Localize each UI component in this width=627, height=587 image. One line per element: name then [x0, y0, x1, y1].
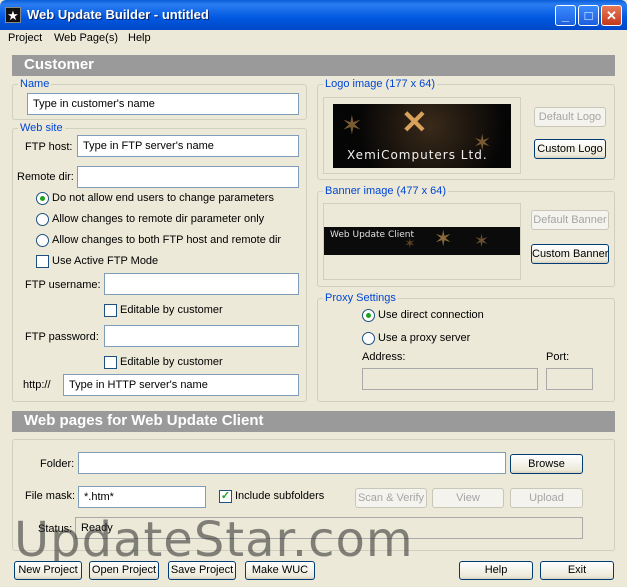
starfish-icon: ✶ — [474, 231, 490, 251]
ftp-host-input[interactable]: Type in FTP server's name — [77, 135, 299, 157]
radio-both[interactable] — [36, 234, 49, 247]
radio-no-changes[interactable] — [36, 192, 49, 205]
editable-username-checkbox[interactable] — [104, 304, 117, 317]
website-group-label: Web site — [18, 122, 65, 134]
menu-web-pages[interactable]: Web Page(s) — [54, 32, 118, 44]
ftp-username-label: FTP username: — [25, 279, 101, 291]
include-subfolders-label: Include subfolders — [235, 490, 325, 502]
editable-username-label: Editable by customer — [120, 304, 223, 316]
menu-project[interactable]: Project — [8, 32, 42, 44]
close-icon: ✕ — [606, 8, 617, 23]
customer-name-input[interactable]: Type in customer's name — [27, 93, 299, 115]
include-subfolders-checkbox[interactable]: ✓ — [219, 490, 232, 503]
browse-button[interactable]: Browse — [510, 454, 583, 474]
radio-no-changes-label: Do not allow end users to change paramet… — [52, 192, 274, 204]
menu-bar: Project Web Page(s) Help — [0, 30, 627, 49]
http-label: http:// — [23, 379, 51, 391]
customer-header: Customer — [12, 55, 615, 76]
logo-x-icon: ✕ — [401, 104, 428, 140]
radio-direct-connection-label: Use direct connection — [378, 309, 484, 321]
radio-proxy-server[interactable] — [362, 332, 375, 345]
ftp-username-input[interactable] — [104, 273, 299, 295]
folder-input[interactable] — [78, 452, 506, 474]
starfish-icon: ✶ — [434, 227, 453, 251]
active-ftp-label: Use Active FTP Mode — [52, 255, 159, 267]
default-logo-button[interactable]: Default Logo — [534, 107, 606, 127]
exit-button[interactable]: Exit — [540, 561, 614, 580]
ftp-password-label: FTP password: — [25, 331, 99, 343]
proxy-port-label: Port: — [546, 351, 570, 363]
proxy-address-input[interactable] — [362, 368, 538, 390]
star-icon: ★ — [5, 7, 21, 23]
starfish-icon: ✶ — [404, 235, 416, 251]
logo-text: XemiComputers Ltd. — [347, 148, 488, 162]
remote-dir-label: Remote dir: — [17, 171, 74, 183]
help-button[interactable]: Help — [459, 561, 533, 580]
proxy-port-input[interactable] — [546, 368, 593, 390]
radio-both-label: Allow changes to both FTP host and remot… — [52, 234, 282, 246]
custom-logo-button[interactable]: Custom Logo — [534, 139, 606, 159]
proxy-group-label: Proxy Settings — [323, 292, 398, 304]
name-group-label: Name — [18, 78, 52, 90]
make-wuc-button[interactable]: Make WUC — [245, 561, 315, 580]
folder-label: Folder: — [40, 458, 75, 470]
logo-group-label: Logo image (177 x 64) — [323, 78, 438, 90]
file-mask-input[interactable]: *.htm* — [78, 486, 206, 508]
scan-verify-button[interactable]: Scan & Verify — [355, 488, 427, 508]
starfish-icon: ✶ — [341, 110, 363, 140]
webpages-header: Web pages for Web Update Client — [12, 411, 615, 432]
close-button[interactable]: ✕ — [601, 5, 622, 26]
editable-password-checkbox[interactable] — [104, 356, 117, 369]
editable-password-label: Editable by customer — [120, 356, 223, 368]
banner-group-label: Banner image (477 x 64) — [323, 185, 449, 197]
watermark: UpdateStar.com — [14, 512, 414, 568]
banner-text: Web Update Client — [330, 230, 414, 240]
view-button[interactable]: View — [432, 488, 504, 508]
active-ftp-checkbox[interactable] — [36, 255, 49, 268]
proxy-address-label: Address: — [362, 351, 406, 363]
minimize-icon: _ — [561, 8, 570, 23]
window-title: Web Update Builder - untitled — [27, 7, 209, 22]
save-project-button[interactable]: Save Project — [168, 561, 236, 580]
menu-help[interactable]: Help — [128, 32, 151, 44]
upload-button[interactable]: Upload — [510, 488, 583, 508]
radio-proxy-server-label: Use a proxy server — [378, 332, 471, 344]
remote-dir-input[interactable] — [77, 166, 299, 188]
title-bar[interactable]: ★ Web Update Builder - untitled _ □ ✕ — [0, 0, 627, 30]
open-project-button[interactable]: Open Project — [89, 561, 159, 580]
ftp-password-input[interactable] — [104, 325, 299, 347]
maximize-button[interactable]: □ — [578, 5, 599, 26]
ftp-host-label: FTP host: — [25, 141, 73, 153]
banner-image: Web Update Client ✶ ✶ ✶ — [324, 227, 520, 255]
file-mask-label: File mask: — [25, 490, 76, 502]
default-banner-button[interactable]: Default Banner — [531, 210, 609, 230]
radio-direct-connection[interactable] — [362, 309, 375, 322]
logo-image: ✕ ✶ ✶ XemiComputers Ltd. — [333, 104, 511, 168]
new-project-button[interactable]: New Project — [14, 561, 82, 580]
radio-remote-dir-only-label: Allow changes to remote dir parameter on… — [52, 213, 265, 225]
custom-banner-button[interactable]: Custom Banner — [531, 244, 609, 264]
http-server-input[interactable]: Type in HTTP server's name — [63, 374, 299, 396]
radio-remote-dir-only[interactable] — [36, 213, 49, 226]
minimize-button[interactable]: _ — [555, 5, 576, 26]
maximize-icon: □ — [584, 8, 593, 23]
